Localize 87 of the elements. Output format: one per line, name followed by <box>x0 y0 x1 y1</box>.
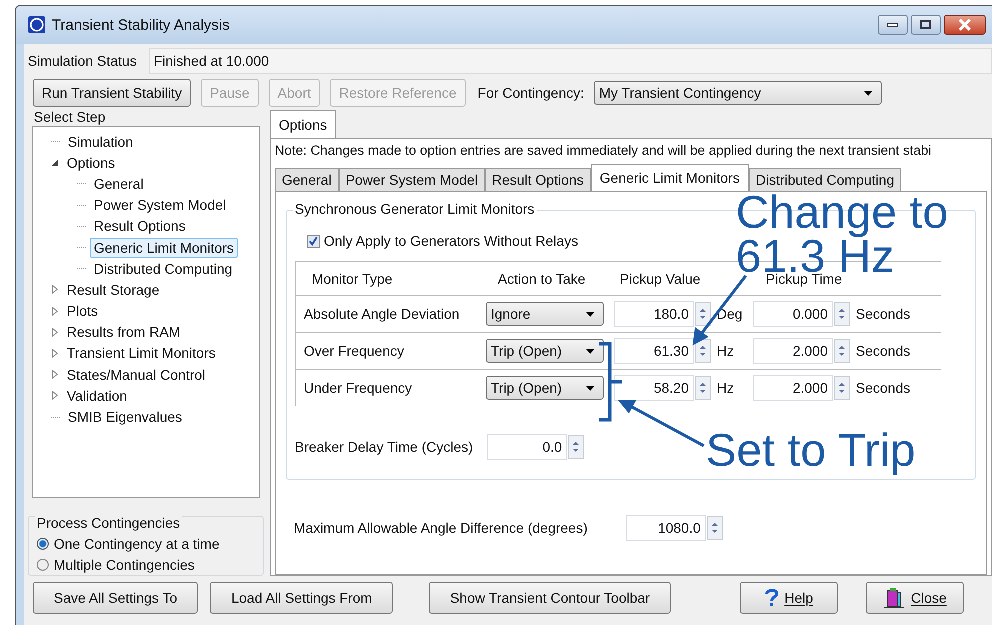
window-title: Transient Stability Analysis <box>52 16 230 34</box>
caret-icon <box>586 386 595 390</box>
group-title: Select Step <box>32 109 108 125</box>
radio-button[interactable] <box>37 538 49 550</box>
spin-buttons[interactable] <box>706 516 723 540</box>
contingency-dropdown[interactable]: My Transient Contingency <box>594 81 882 105</box>
breaker-delay-field[interactable]: 0.0 <box>487 434 568 460</box>
spin-buttons[interactable] <box>695 376 711 400</box>
tree-item[interactable]: Plots <box>63 301 102 322</box>
unit-label: Hz <box>716 343 736 359</box>
tree-item[interactable]: Options <box>63 152 120 173</box>
minimize-button[interactable] <box>878 15 908 35</box>
close-window-button[interactable]: Close <box>866 582 964 614</box>
footer-button[interactable]: Save All Settings To <box>33 582 198 614</box>
pickup-time-field[interactable]: 0.000 <box>753 301 833 327</box>
column-header: Action to Take <box>497 270 587 286</box>
monitor-type: Under Frequency <box>303 380 414 396</box>
pickup-value-field[interactable]: 61.30 <box>614 338 694 364</box>
field-label: Breaker Delay Time (Cycles) <box>295 439 474 455</box>
field-label: Maximum Allowable Angle Difference (degrees) <box>294 520 588 536</box>
group-title: Synchronous Generator Limit Monitors <box>293 201 537 217</box>
tab[interactable]: Power System Model <box>338 168 486 191</box>
maximize-icon <box>920 20 932 30</box>
help-button[interactable]: Help <box>740 582 838 614</box>
caret-icon <box>864 90 874 96</box>
action-dropdown[interactable]: Trip (Open) <box>486 376 604 400</box>
tree-item[interactable]: Result Storage <box>63 280 164 300</box>
maximize-button[interactable] <box>911 15 941 35</box>
column-header: Pickup Value <box>619 270 702 286</box>
action-dropdown[interactable]: Trip (Open) <box>486 339 604 363</box>
caret-icon <box>586 348 595 354</box>
status-label: Simulation Status <box>28 53 137 69</box>
spin-buttons[interactable] <box>834 376 850 400</box>
checkbox[interactable] <box>307 234 320 248</box>
action-dropdown[interactable]: Ignore <box>486 302 604 326</box>
close-icon <box>958 19 972 31</box>
group-title: Process Contingencies <box>35 515 182 531</box>
tree-item[interactable]: Transient Limit Monitors <box>63 343 220 364</box>
radio-label: Multiple Contingencies <box>54 556 195 572</box>
minimize-icon <box>887 22 899 28</box>
radio-button[interactable] <box>37 558 49 570</box>
footer-button[interactable]: Show Transient Contour Toolbar <box>429 582 672 614</box>
tree-item[interactable]: States/Manual Control <box>63 364 210 385</box>
tree-item[interactable]: Results from RAM <box>63 322 185 342</box>
radio-label: One Contingency at a time <box>54 536 220 552</box>
note-text: Note: Changes made to option entries are saved immediately and will be applied during the next transient stabi <box>275 143 933 160</box>
tab[interactable]: Generic Limit Monitors <box>590 164 749 191</box>
tree-item[interactable]: General <box>90 174 148 194</box>
expander-icon[interactable] <box>51 158 59 167</box>
globe-icon <box>28 16 46 34</box>
monitor-type: Over Frequency <box>303 343 406 359</box>
tree-item[interactable]: Generic Limit Monitors <box>90 238 238 258</box>
question-mark-icon <box>764 588 779 608</box>
unit-label: Seconds <box>855 343 910 359</box>
spin-buttons[interactable] <box>695 339 711 363</box>
unit-label: Hz <box>716 380 736 396</box>
pickup-value-field[interactable]: 58.20 <box>614 375 694 401</box>
column-header: Monitor Type <box>311 270 394 286</box>
tree-item[interactable]: Simulation <box>64 132 138 152</box>
unit-label: Seconds <box>855 306 910 322</box>
tree-item[interactable]: SMIB Eigenvalues <box>64 407 186 428</box>
tab[interactable]: General <box>275 168 339 191</box>
checkbox-label: Only Apply to Generators Without Relays <box>324 233 578 249</box>
caret-icon <box>586 312 595 316</box>
pickup-time-field[interactable]: 2.000 <box>753 338 833 364</box>
monitor-type: Absolute Angle Deviation <box>303 306 461 322</box>
status-field: Finished at 10.000 <box>148 48 992 74</box>
tree-item[interactable]: Power System Model <box>90 195 230 216</box>
footer-button[interactable]: Load All Settings From <box>210 582 394 614</box>
tab[interactable]: Distributed Computing <box>748 168 902 191</box>
close-button[interactable] <box>944 15 986 35</box>
max-angle-field[interactable]: 1080.0 <box>626 515 706 541</box>
spin-buttons[interactable] <box>834 339 850 363</box>
pickup-value-field[interactable]: 180.0 <box>614 301 694 327</box>
contingency-label: For Contingency: <box>478 85 584 101</box>
pickup-time-field[interactable]: 2.000 <box>753 375 833 401</box>
door-icon <box>883 587 906 609</box>
unit-label: Seconds <box>855 380 910 396</box>
tree-item[interactable]: Result Options <box>90 216 190 236</box>
tree-item[interactable]: Distributed Computing <box>90 258 237 279</box>
toolbar-button[interactable]: Run Transient Stability <box>33 79 192 107</box>
spin-buttons[interactable] <box>568 435 584 459</box>
tree-item[interactable]: Validation <box>63 386 132 406</box>
tab[interactable]: Options <box>270 110 336 138</box>
spin-buttons[interactable] <box>834 302 850 326</box>
tab[interactable]: Result Options <box>485 168 591 191</box>
spin-buttons[interactable] <box>695 302 711 326</box>
